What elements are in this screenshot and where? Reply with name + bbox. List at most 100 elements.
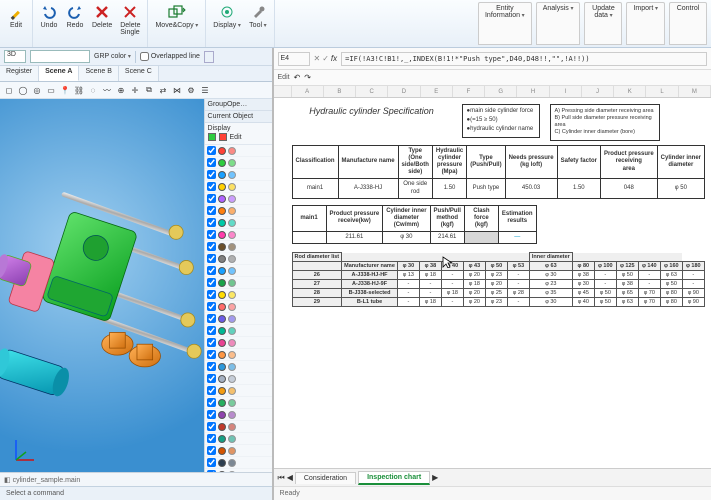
tab-scene-c[interactable]: Scene C bbox=[119, 66, 159, 81]
layer-visibility-checkbox[interactable] bbox=[207, 374, 216, 383]
dual-icon[interactable]: ⧉ bbox=[143, 84, 155, 96]
excel-redo-icon[interactable]: ↷ bbox=[304, 73, 311, 82]
layer-visibility-checkbox[interactable] bbox=[207, 242, 216, 251]
crosshair-icon[interactable]: ✛ bbox=[129, 84, 141, 96]
import-tab[interactable]: Import bbox=[626, 2, 665, 45]
layer-row[interactable] bbox=[205, 205, 272, 217]
viewport-3d[interactable] bbox=[0, 99, 204, 472]
table-row[interactable]: 27A-J338-HJ-9F---φ 18φ 20-φ 23φ 30-φ 38-… bbox=[292, 280, 704, 289]
layer-row[interactable] bbox=[205, 157, 272, 169]
layer-visibility-checkbox[interactable] bbox=[207, 326, 216, 335]
curve-icon[interactable]: 〰 bbox=[101, 84, 113, 96]
layer-row[interactable] bbox=[205, 241, 272, 253]
cylinder-icon[interactable]: ◯ bbox=[17, 84, 29, 96]
confirm-icon[interactable]: ✓ bbox=[322, 54, 329, 63]
layer-row[interactable] bbox=[205, 145, 272, 157]
layer-row[interactable] bbox=[205, 385, 272, 397]
table-row[interactable]: 29B-L1 tube-φ 18-φ 20φ 23-φ 30φ 40φ 50φ … bbox=[292, 298, 704, 307]
table-row[interactable]: 26A-J338-HJ-HFφ 13φ 18-φ 20φ 23-φ 30φ 38… bbox=[292, 271, 704, 280]
tab-scene-a[interactable]: Scene A bbox=[39, 66, 79, 81]
layer-row[interactable] bbox=[205, 361, 272, 373]
layer-row[interactable] bbox=[205, 373, 272, 385]
layer-row[interactable] bbox=[205, 277, 272, 289]
mode-input[interactable]: 3D bbox=[4, 50, 26, 63]
pin-icon[interactable]: 📍 bbox=[59, 84, 71, 96]
layer-visibility-checkbox[interactable] bbox=[207, 410, 216, 419]
layer-row[interactable] bbox=[205, 265, 272, 277]
sheet-tab-inspection[interactable]: Inspection chart bbox=[358, 471, 430, 485]
table-row[interactable]: 211.61φ 30214.61— bbox=[292, 232, 536, 244]
delete-button[interactable]: Delete bbox=[89, 2, 115, 30]
layer-visibility-checkbox[interactable] bbox=[207, 422, 216, 431]
corner-cell[interactable] bbox=[274, 86, 292, 97]
table-row[interactable]: 28B-J338-selected--φ 18φ 20φ 25φ 28φ 35φ… bbox=[292, 289, 704, 298]
layer-row[interactable] bbox=[205, 457, 272, 469]
small-option-box[interactable] bbox=[204, 51, 214, 63]
layer-visibility-checkbox[interactable] bbox=[207, 458, 216, 467]
layer-row[interactable] bbox=[205, 301, 272, 313]
layer-row[interactable] bbox=[205, 421, 272, 433]
layer-visibility-checkbox[interactable] bbox=[207, 446, 216, 455]
layer-row[interactable] bbox=[205, 253, 272, 265]
tab-nav-prev-icon[interactable]: ◀ bbox=[287, 473, 293, 482]
undo-button[interactable]: Undo bbox=[37, 2, 61, 30]
torus-icon[interactable]: ◎ bbox=[31, 84, 43, 96]
analysis-tab[interactable]: Analysis bbox=[536, 2, 581, 45]
layer-row[interactable] bbox=[205, 409, 272, 421]
tab-scene-b[interactable]: Scene B bbox=[79, 66, 118, 81]
entity-info-tab[interactable]: Entity Information bbox=[478, 2, 532, 45]
cube-icon[interactable]: ◻ bbox=[3, 84, 15, 96]
cell-reference-box[interactable]: E4 bbox=[278, 52, 310, 66]
layer-row[interactable] bbox=[205, 193, 272, 205]
gear-icon[interactable]: ⚙ bbox=[185, 84, 197, 96]
layer-visibility-checkbox[interactable] bbox=[207, 170, 216, 179]
layer-visibility-checkbox[interactable] bbox=[207, 398, 216, 407]
layer-visibility-checkbox[interactable] bbox=[207, 254, 216, 263]
formula-bar[interactable]: =IF(!A3!C!B1!,_,INDEX(B!1!*"Push type",D… bbox=[341, 52, 707, 66]
layer-visibility-checkbox[interactable] bbox=[207, 278, 216, 287]
layer-visibility-checkbox[interactable] bbox=[207, 182, 216, 191]
layer-visibility-checkbox[interactable] bbox=[207, 194, 216, 203]
overlap-checkbox[interactable]: Overlapped line bbox=[140, 52, 200, 61]
layer-visibility-checkbox[interactable] bbox=[207, 314, 216, 323]
update-data-tab[interactable]: Update data bbox=[584, 2, 622, 45]
layer-visibility-checkbox[interactable] bbox=[207, 290, 216, 299]
sheet-grid[interactable]: Hydraulic cylinder Specification ●main s… bbox=[274, 98, 711, 468]
layer-row[interactable] bbox=[205, 181, 272, 193]
table-row[interactable]: main1A-J338-HJOne side rod1.50Push type4… bbox=[292, 179, 704, 198]
layer-row[interactable] bbox=[205, 397, 272, 409]
layer-visibility-checkbox[interactable] bbox=[207, 266, 216, 275]
layer-visibility-checkbox[interactable] bbox=[207, 206, 216, 215]
box-icon[interactable]: ▭ bbox=[45, 84, 57, 96]
cancel-icon[interactable]: ✕ bbox=[314, 54, 321, 63]
control-tab[interactable]: Control bbox=[669, 2, 707, 45]
layers-icon[interactable]: ☰ bbox=[199, 84, 211, 96]
movecopy-button[interactable]: Move&Copy bbox=[152, 2, 201, 30]
grp-color-dropdown[interactable]: GRP color bbox=[94, 53, 131, 60]
layer-row[interactable] bbox=[205, 289, 272, 301]
tab-register[interactable]: Register bbox=[0, 66, 39, 81]
layer-visibility-checkbox[interactable] bbox=[207, 434, 216, 443]
display-button[interactable]: Display bbox=[210, 2, 244, 30]
layer-row[interactable] bbox=[205, 325, 272, 337]
ring-icon[interactable]: ◌ bbox=[87, 84, 99, 96]
target-icon[interactable]: ⊕ bbox=[115, 84, 127, 96]
excel-undo-icon[interactable]: ↶ bbox=[294, 73, 301, 82]
layer-row[interactable] bbox=[205, 229, 272, 241]
layer-visibility-checkbox[interactable] bbox=[207, 302, 216, 311]
link-icon[interactable]: ⛓ bbox=[73, 84, 85, 96]
tab-nav-next-icon[interactable]: ▶ bbox=[432, 473, 438, 482]
flow-icon[interactable]: ⇄ bbox=[157, 84, 169, 96]
layer-row[interactable] bbox=[205, 349, 272, 361]
layer-visibility-checkbox[interactable] bbox=[207, 386, 216, 395]
layer-visibility-checkbox[interactable] bbox=[207, 230, 216, 239]
search-input[interactable] bbox=[30, 50, 90, 63]
layer-row[interactable] bbox=[205, 433, 272, 445]
layer-visibility-checkbox[interactable] bbox=[207, 338, 216, 347]
layer-visibility-checkbox[interactable] bbox=[207, 146, 216, 155]
tie-icon[interactable]: ⋈ bbox=[171, 84, 183, 96]
layer-row[interactable] bbox=[205, 445, 272, 457]
document-tab[interactable]: ◧ cylinder_sample.main bbox=[4, 476, 80, 484]
redo-button[interactable]: Redo bbox=[63, 2, 87, 30]
layer-visibility-checkbox[interactable] bbox=[207, 158, 216, 167]
